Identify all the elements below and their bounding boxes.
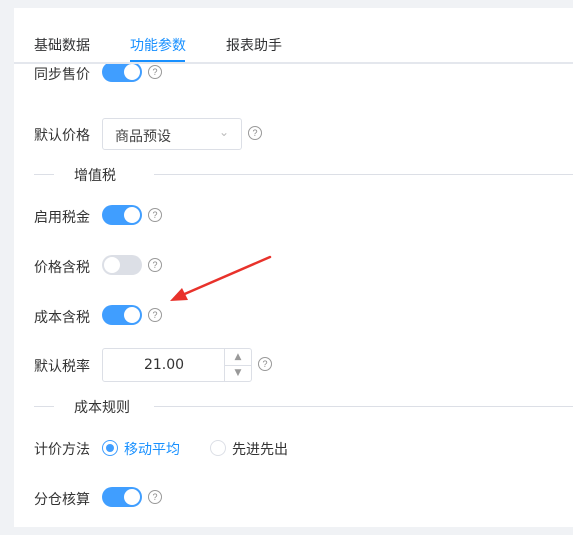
annotation-arrow <box>170 255 272 301</box>
